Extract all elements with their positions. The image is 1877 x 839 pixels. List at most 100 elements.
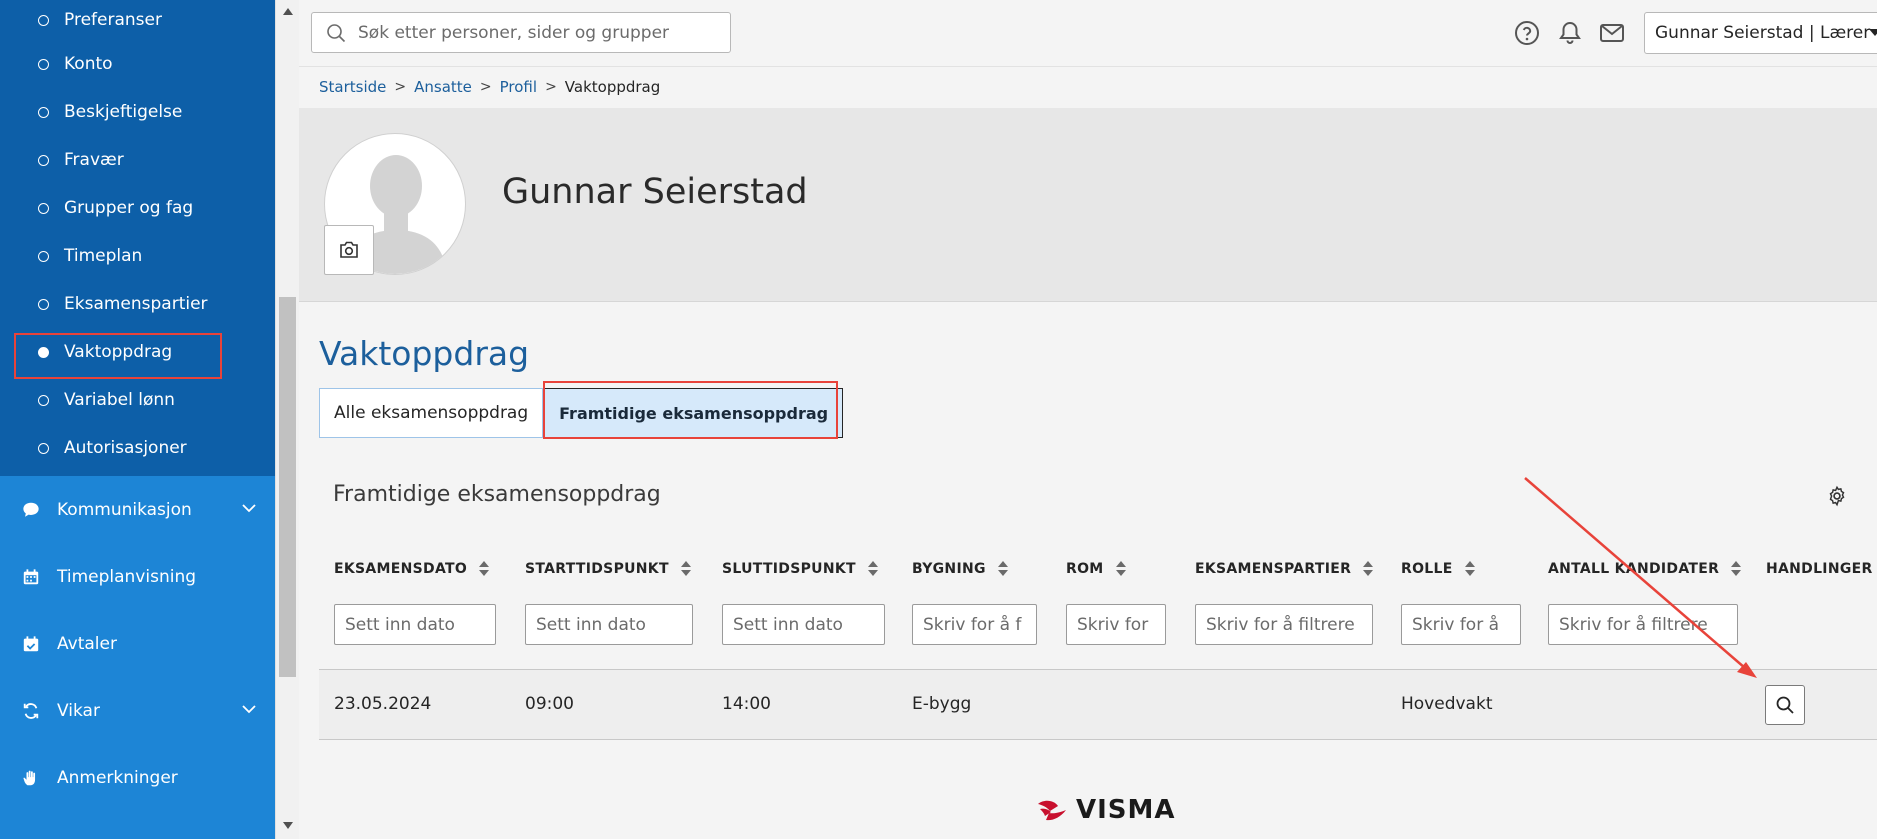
calendar-icon bbox=[23, 568, 39, 584]
visma-logo: VISMA bbox=[1036, 795, 1176, 825]
tab-group: Alle eksamensoppdrag Framtidige eksamens… bbox=[319, 381, 844, 439]
panel-title: Framtidige eksamensoppdrag bbox=[333, 482, 661, 507]
tab-alle-eksamensoppdrag[interactable]: Alle eksamensoppdrag bbox=[319, 388, 544, 438]
column-header-label: EKSAMENSDATO bbox=[334, 561, 468, 577]
column-header-starttidspunkt[interactable]: STARTTIDSPUNKT bbox=[525, 561, 691, 577]
sidebar-item-kommunikasjon[interactable]: Kommunikasjon bbox=[0, 476, 275, 543]
column-header-label: ROLLE bbox=[1401, 561, 1453, 577]
radio-dot-icon bbox=[38, 154, 49, 166]
filter-rom[interactable] bbox=[1066, 604, 1166, 645]
mail-icon[interactable] bbox=[1599, 20, 1625, 46]
top-bar: Gunnar Seierstad | Lærer bbox=[299, 0, 1877, 67]
column-header-bygning[interactable]: BYGNING bbox=[912, 561, 1008, 577]
radio-dot-icon bbox=[38, 106, 49, 118]
view-details-button[interactable] bbox=[1765, 685, 1805, 725]
chevron-right-icon: > bbox=[545, 79, 557, 95]
sort-icon[interactable] bbox=[1115, 561, 1126, 577]
sidebar-item-preferanser[interactable]: Preferanser bbox=[0, 0, 275, 40]
profile-name: Gunnar Seierstad bbox=[502, 172, 808, 212]
sidebar-item-label: Variabel lønn bbox=[64, 390, 175, 410]
filter-bygning[interactable] bbox=[912, 604, 1037, 645]
radio-dot-icon bbox=[38, 442, 49, 454]
sidebar-item-eksamenspartier[interactable]: Eksamenspartier bbox=[0, 280, 275, 328]
sort-icon[interactable] bbox=[1731, 561, 1742, 577]
search-box[interactable] bbox=[311, 12, 731, 53]
sidebar-item-grupper-og-fag[interactable]: Grupper og fag bbox=[0, 184, 275, 232]
radio-dot-icon bbox=[38, 250, 49, 262]
column-header-label: SLUTTIDSPUNKT bbox=[722, 561, 856, 577]
sort-icon[interactable] bbox=[1363, 561, 1374, 577]
main-nav: Kommunikasjon Timeplanvisning Avtaler Vi… bbox=[0, 476, 275, 839]
scroll-down-arrow-icon[interactable] bbox=[283, 822, 293, 829]
column-header-antall-kandidater[interactable]: ANTALL KANDIDATER bbox=[1548, 561, 1742, 577]
search-icon bbox=[327, 23, 346, 42]
breadcrumb-link-startside[interactable]: Startside bbox=[319, 78, 386, 96]
breadcrumb-link-profil[interactable]: Profil bbox=[500, 78, 537, 96]
sidebar-item-label: Kommunikasjon bbox=[57, 499, 192, 520]
filter-sluttidspunkt[interactable] bbox=[722, 604, 885, 645]
chevron-right-icon: > bbox=[479, 79, 492, 95]
sidebar-item-label: Avtaler bbox=[57, 633, 117, 654]
filter-eksamensdato[interactable] bbox=[334, 604, 496, 645]
column-header-rolle[interactable]: ROLLE bbox=[1401, 561, 1475, 577]
sidebar-item-timeplanvisning[interactable]: Timeplanvisning bbox=[0, 543, 275, 610]
sidebar-item-konto[interactable]: Konto bbox=[0, 40, 275, 88]
column-header-sluttidspunkt[interactable]: SLUTTIDSPUNKT bbox=[722, 561, 878, 577]
radio-dot-icon bbox=[38, 14, 49, 26]
help-icon[interactable] bbox=[1514, 20, 1540, 46]
tab-framtidige-eksamensoppdrag[interactable]: Framtidige eksamensoppdrag bbox=[543, 381, 844, 439]
sidebar-item-vikar[interactable]: Vikar bbox=[0, 677, 275, 744]
sidebar-item-label: Timeplanvisning bbox=[57, 566, 197, 587]
column-header-label: BYGNING bbox=[912, 561, 986, 577]
sidebar-item-label: Vikar bbox=[57, 700, 100, 721]
sort-icon[interactable] bbox=[479, 561, 490, 577]
search-icon bbox=[1776, 696, 1794, 714]
sort-icon[interactable] bbox=[680, 561, 691, 577]
sidebar-item-timeplan[interactable]: Timeplan bbox=[0, 232, 275, 280]
chat-bubble-icon bbox=[23, 502, 39, 517]
page-title: Vaktoppdrag bbox=[319, 334, 530, 373]
table-row: 23.05.2024 09:00 14:00 E-bygg Hovedvakt bbox=[319, 670, 1877, 740]
sidebar-item-label: Timeplan bbox=[64, 246, 143, 266]
profile-sub-nav: Preferanser Konto Beskjeftigelse Fravær … bbox=[0, 0, 275, 476]
chevron-down-icon bbox=[242, 504, 256, 513]
sidebar-scrollbar[interactable] bbox=[275, 0, 299, 839]
filter-antall-kandidater[interactable] bbox=[1548, 604, 1738, 645]
breadcrumb-link-ansatte[interactable]: Ansatte bbox=[414, 78, 472, 96]
radio-dot-icon bbox=[38, 58, 49, 70]
sort-icon[interactable] bbox=[1464, 561, 1475, 577]
breadcrumb: Startside > Ansatte > Profil > Vaktoppdr… bbox=[319, 78, 660, 96]
radio-dot-icon bbox=[38, 202, 49, 214]
sidebar-item-fravaer[interactable]: Fravær bbox=[0, 136, 275, 184]
filter-rolle[interactable] bbox=[1401, 604, 1521, 645]
sidebar-item-variabel-lonn[interactable]: Variabel lønn bbox=[0, 376, 275, 424]
sidebar-item-autorisasjoner[interactable]: Autorisasjoner bbox=[0, 424, 275, 472]
scroll-up-arrow-icon[interactable] bbox=[283, 8, 293, 15]
filter-starttidspunkt[interactable] bbox=[525, 604, 693, 645]
column-header-label: ROM bbox=[1066, 561, 1104, 577]
sort-icon[interactable] bbox=[997, 561, 1008, 577]
sidebar-item-anmerkninger[interactable]: Anmerkninger bbox=[0, 744, 275, 811]
radio-dot-icon bbox=[38, 298, 49, 310]
sidebar-item-beskjeftigelse[interactable]: Beskjeftigelse bbox=[0, 88, 275, 136]
chevron-down-icon bbox=[242, 705, 256, 714]
column-header-label: ANTALL KANDIDATER bbox=[1548, 561, 1720, 577]
sidebar-item-avtaler[interactable]: Avtaler bbox=[0, 610, 275, 677]
search-input[interactable] bbox=[358, 22, 718, 43]
sidebar-item-vaktoppdrag[interactable]: Vaktoppdrag bbox=[0, 328, 275, 376]
column-header-label: STARTTIDSPUNKT bbox=[525, 561, 669, 577]
column-header-rom[interactable]: ROM bbox=[1066, 561, 1126, 577]
user-menu-dropdown[interactable]: Gunnar Seierstad | Lærer bbox=[1644, 12, 1877, 54]
gear-icon[interactable] bbox=[1826, 485, 1848, 507]
scrollbar-thumb[interactable] bbox=[279, 297, 296, 677]
change-photo-button[interactable] bbox=[324, 225, 374, 275]
cell-rolle: Hovedvakt bbox=[1401, 694, 1493, 714]
sidebar-item-label: Eksamenspartier bbox=[64, 294, 208, 314]
column-header-eksamensdato[interactable]: EKSAMENSDATO bbox=[334, 561, 490, 577]
cell-sluttidspunkt: 14:00 bbox=[722, 694, 771, 714]
bell-icon[interactable] bbox=[1557, 20, 1583, 46]
filter-eksamenspartier[interactable] bbox=[1195, 604, 1373, 645]
column-header-eksamenspartier[interactable]: EKSAMENSPARTIER bbox=[1195, 561, 1374, 577]
radio-dot-icon bbox=[38, 394, 49, 406]
sort-icon[interactable] bbox=[867, 561, 878, 577]
